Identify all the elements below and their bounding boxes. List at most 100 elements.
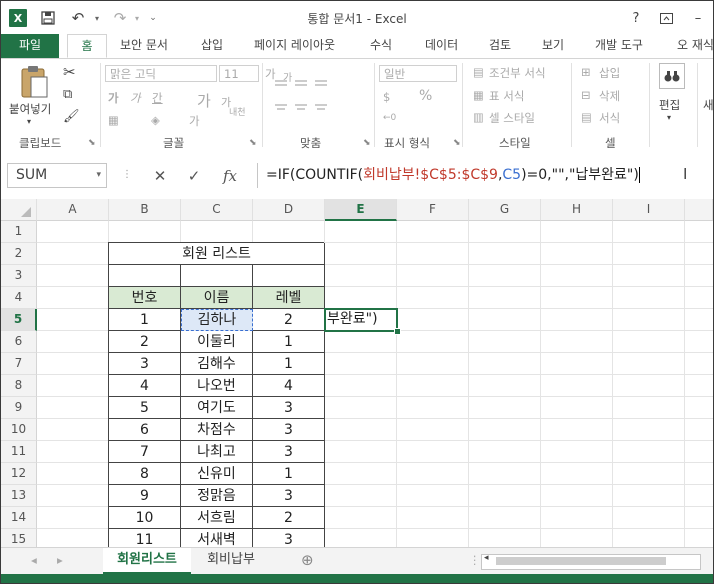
- cut-icon[interactable]: ✂: [63, 63, 76, 81]
- row-header-13[interactable]: 13: [1, 485, 37, 507]
- insert-cells-button[interactable]: 삽입: [599, 65, 620, 81]
- scrollbar-thumb[interactable]: [496, 557, 666, 565]
- enter-icon[interactable]: ✓: [179, 163, 209, 188]
- grow-font-icon[interactable]: 가: [197, 90, 211, 111]
- column-header-e[interactable]: E: [325, 199, 397, 221]
- table-cell[interactable]: 4: [109, 375, 181, 397]
- table-cell[interactable]: 정맑음: [181, 485, 253, 507]
- table-cell[interactable]: 8: [109, 463, 181, 485]
- editing-button[interactable]: 편집: [659, 97, 680, 113]
- paste-dropdown-icon[interactable]: ▾: [27, 117, 31, 126]
- table-cell[interactable]: 3: [109, 353, 181, 375]
- tab-formulas[interactable]: 수식: [370, 34, 392, 58]
- name-box[interactable]: SUM ▾: [7, 163, 107, 188]
- tab-file[interactable]: 파일: [1, 34, 59, 58]
- active-cell-e5[interactable]: 부완료"): [324, 308, 398, 332]
- formula-input[interactable]: =IF(COUNTIF(회비납부!$C$5:$C$9,C5)=0,"","납부완…: [257, 163, 713, 188]
- column-header-c[interactable]: C: [181, 199, 253, 221]
- table-cell[interactable]: 9: [109, 485, 181, 507]
- number-format-combo[interactable]: 일반: [379, 65, 457, 82]
- paste-button[interactable]: 붙여넣기: [9, 101, 51, 117]
- table-cell[interactable]: 김해수: [181, 353, 253, 375]
- table-cell[interactable]: 3: [253, 529, 325, 547]
- table-cell-empty[interactable]: [181, 265, 253, 287]
- row-header-1[interactable]: 1: [1, 221, 37, 243]
- row-header-12[interactable]: 12: [1, 463, 37, 485]
- table-cell-empty[interactable]: [109, 265, 181, 287]
- binoculars-icon[interactable]: [659, 63, 685, 89]
- table-cell[interactable]: 차점수: [181, 419, 253, 441]
- font-size-combo[interactable]: 11: [219, 65, 259, 82]
- tab-split-icon[interactable]: ⋮: [469, 553, 481, 567]
- table-cell[interactable]: 4: [253, 375, 325, 397]
- tab-user-account[interactable]: 오 재식: [677, 34, 713, 58]
- ribbon-display-options-icon[interactable]: [653, 7, 679, 29]
- name-box-dropdown-icon[interactable]: ▾: [96, 164, 101, 187]
- table-cell[interactable]: 서새벽: [181, 529, 253, 547]
- table-cell[interactable]: 2: [253, 507, 325, 529]
- underline-button[interactable]: 간: [152, 90, 163, 106]
- tab-security-docs[interactable]: 보안 문서: [120, 34, 168, 58]
- minimize-icon[interactable]: –: [685, 7, 711, 29]
- row-header-7[interactable]: 7: [1, 353, 37, 375]
- phonetic-button[interactable]: 내천: [229, 109, 246, 118]
- table-cell[interactable]: 10: [109, 507, 181, 529]
- horizontal-scrollbar[interactable]: ◂: [481, 553, 701, 570]
- percent-button[interactable]: %: [419, 88, 432, 104]
- table-cell[interactable]: 나최고: [181, 441, 253, 463]
- scroll-sheets-right-icon[interactable]: ▸: [57, 553, 63, 567]
- tab-home[interactable]: 홈: [67, 34, 107, 58]
- borders-icon[interactable]: ▦: [108, 113, 119, 127]
- scroll-left-icon[interactable]: ◂: [484, 553, 489, 563]
- tab-page-layout[interactable]: 페이지 레이아웃: [254, 34, 335, 58]
- font-name-combo[interactable]: 맑은 고딕: [105, 65, 217, 82]
- cancel-icon[interactable]: ✕: [145, 163, 175, 188]
- conditional-format-button[interactable]: 조건부 서식: [489, 65, 546, 81]
- table-cell[interactable]: 11: [109, 529, 181, 547]
- font-color-icon[interactable]: 가: [189, 113, 200, 129]
- insert-function-icon[interactable]: fx: [215, 163, 245, 188]
- column-header-a[interactable]: A: [37, 199, 109, 221]
- table-format-button[interactable]: 표 서식: [489, 88, 524, 104]
- increase-decimal-icon[interactable]: ←0: [383, 113, 396, 123]
- help-button[interactable]: ?: [623, 7, 649, 29]
- column-header-h[interactable]: H: [541, 199, 613, 221]
- table-header-cell[interactable]: 이름: [181, 287, 253, 309]
- currency-icon[interactable]: $: [383, 90, 390, 104]
- bold-button[interactable]: 가: [108, 90, 119, 106]
- row-header-9[interactable]: 9: [1, 397, 37, 419]
- row-header-4[interactable]: 4: [1, 287, 37, 309]
- table-cell[interactable]: 3: [253, 397, 325, 419]
- column-header-g[interactable]: G: [469, 199, 541, 221]
- table-cell[interactable]: 1: [253, 331, 325, 353]
- number-launcher-icon[interactable]: ⬊: [453, 138, 461, 148]
- table-cell-empty[interactable]: [253, 265, 325, 287]
- sheet-tab-dues[interactable]: 회비납부: [195, 548, 267, 574]
- row-header-3[interactable]: 3: [1, 265, 37, 287]
- scroll-sheets-left-icon[interactable]: ◂: [31, 553, 37, 567]
- fill-handle[interactable]: [394, 328, 401, 335]
- tab-view[interactable]: 보기: [542, 34, 564, 58]
- column-header-f[interactable]: F: [397, 199, 469, 221]
- row-header-6[interactable]: 6: [1, 331, 37, 353]
- table-cell[interactable]: 서흐림: [181, 507, 253, 529]
- row-header-10[interactable]: 10: [1, 419, 37, 441]
- clipboard-launcher-icon[interactable]: ⬊: [88, 138, 96, 148]
- table-cell[interactable]: 5: [109, 397, 181, 419]
- table-cell[interactable]: 여기도: [181, 397, 253, 419]
- table-cell[interactable]: 1: [253, 353, 325, 375]
- italic-button[interactable]: 가: [130, 90, 141, 106]
- column-header-b[interactable]: B: [109, 199, 181, 221]
- table-cell[interactable]: 이둘리: [181, 331, 253, 353]
- tab-review[interactable]: 검토: [489, 34, 511, 58]
- paste-icon[interactable]: [19, 65, 51, 101]
- table-cell[interactable]: 2: [253, 309, 325, 331]
- editing-dropdown-icon[interactable]: ▾: [667, 113, 671, 122]
- table-cell[interactable]: 7: [109, 441, 181, 463]
- alignment-launcher-icon[interactable]: ⬊: [363, 138, 371, 148]
- cell-grid[interactable]: 회원 리스트번호이름레벨1김하나22이둘리13김해수14나오번45여기도36차점…: [37, 221, 713, 547]
- row-header-11[interactable]: 11: [1, 441, 37, 463]
- format-cells-button[interactable]: 서식: [599, 110, 620, 126]
- column-header-d[interactable]: D: [253, 199, 325, 221]
- alignment-buttons[interactable]: [273, 75, 363, 123]
